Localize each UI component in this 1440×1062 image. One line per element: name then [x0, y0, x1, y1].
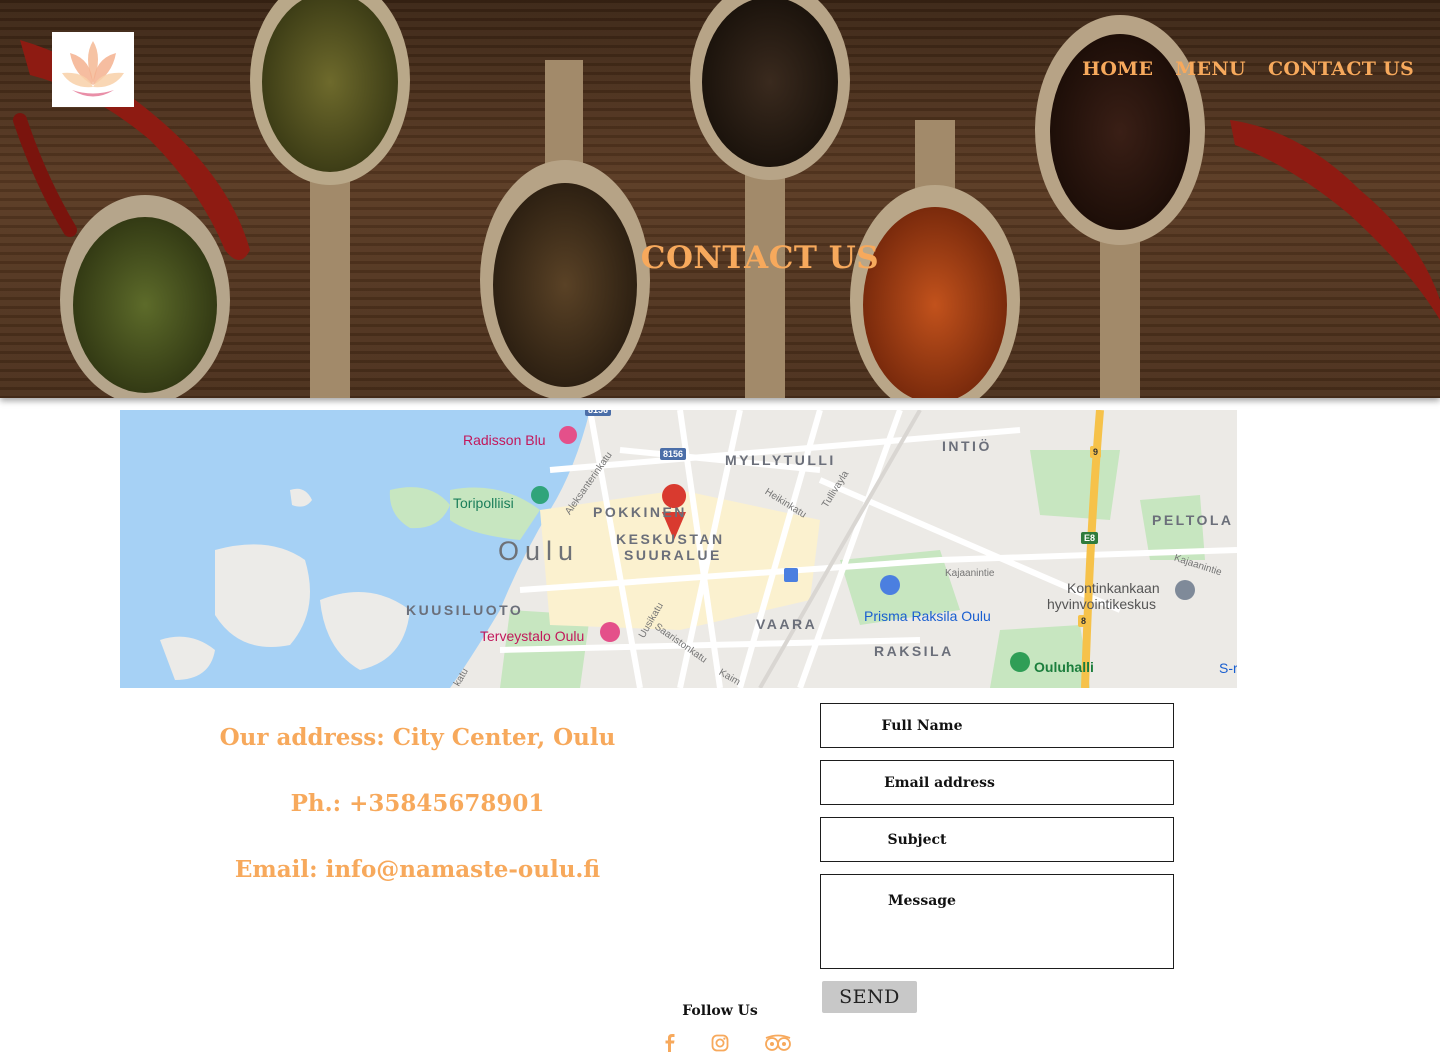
map-label-hyvinvointikeskus: hyvinvointikeskus: [1047, 596, 1156, 612]
route-shield-9: 9: [1090, 446, 1102, 458]
map-label-peltola: PELTOLA: [1152, 512, 1234, 528]
email-field[interactable]: Email address: [820, 760, 1174, 805]
logo[interactable]: [52, 32, 134, 107]
hero-banner: HOME MENU CONTACT US CONTACT US: [0, 0, 1440, 398]
map-label-vaara: VAARA: [756, 616, 818, 632]
nav-home[interactable]: HOME: [1082, 58, 1153, 80]
contact-form: Full Name Email address Subject Message …: [820, 703, 1174, 1013]
email-text: Email: info@namaste-oulu.fi: [234, 856, 601, 883]
follow-us-label: Follow Us: [682, 1003, 758, 1019]
hotel-pin: [559, 426, 577, 444]
attraction-pin: [531, 486, 549, 504]
shop-pin: [880, 575, 900, 595]
map-label-keskustan: KESKUSTAN: [616, 531, 725, 547]
map-label-suuralue: SUURALUE: [624, 547, 722, 563]
map-label-terveystalo: Terveystalo Oulu: [480, 628, 585, 644]
map-label-s-partial: S-r: [1219, 660, 1237, 676]
map-label-kajaanintie-1: Kajaanintie: [945, 568, 995, 579]
contact-info: Our address: City Center, Oulu Ph.: +358…: [120, 718, 715, 916]
address-text: Our address: City Center, Oulu: [219, 724, 616, 751]
instagram-icon[interactable]: [710, 1033, 730, 1053]
message-field[interactable]: Message: [820, 874, 1174, 969]
route-shield-8156: 8156: [660, 448, 687, 460]
map-label-toripolliisi: Toripolliisi: [453, 495, 514, 511]
hospital-pin: [600, 622, 620, 642]
email-placeholder: Email address: [884, 774, 995, 791]
bus-stop-pin: [784, 568, 798, 582]
map-label-kuusiluoto: KUUSILUOTO: [406, 602, 524, 618]
tripadvisor-icon[interactable]: [764, 1033, 792, 1053]
subject-placeholder: Subject: [887, 831, 947, 848]
facebook-icon[interactable]: [660, 1033, 680, 1053]
full-name-field[interactable]: Full Name: [820, 703, 1174, 748]
page-title: CONTACT US: [640, 240, 880, 276]
map-label-prisma: Prisma Raksila Oulu: [864, 608, 991, 624]
route-shield-8: 8: [1078, 615, 1090, 627]
map-label-pokkinen: POKKINEN: [593, 504, 687, 520]
map-label-kontinkankaan: Kontinkankaan: [1067, 580, 1160, 596]
map-label-radisson: Radisson Blu: [463, 432, 546, 448]
route-shield-8156-top: 8156: [585, 410, 612, 416]
social-links: [660, 1033, 792, 1053]
map-label-raksila: RAKSILA: [874, 643, 954, 659]
nav-menu[interactable]: MENU: [1175, 58, 1246, 80]
message-placeholder: Message: [888, 893, 956, 909]
map-label-intio: INTIÖ: [942, 438, 992, 454]
map-label-ouluhalli: Ouluhalli: [1034, 659, 1094, 675]
main-nav: HOME MENU CONTACT US: [1082, 58, 1414, 80]
map-label-myllytulli: MYLLYTULLI: [725, 452, 836, 468]
full-name-placeholder: Full Name: [881, 717, 963, 734]
health-pin: [1175, 580, 1195, 600]
route-shield-e8: E8: [1081, 532, 1099, 544]
sports-pin: [1010, 652, 1030, 672]
map-label-city: Oulu: [498, 536, 580, 566]
phone-text: Ph.: +35845678901: [290, 790, 545, 817]
nav-contact-us[interactable]: CONTACT US: [1268, 58, 1414, 80]
embedded-map[interactable]: Oulu Radisson Blu Toripolliisi MYLLYTULL…: [120, 410, 1237, 688]
lotus-icon: [62, 40, 124, 96]
subject-field[interactable]: Subject: [820, 817, 1174, 862]
